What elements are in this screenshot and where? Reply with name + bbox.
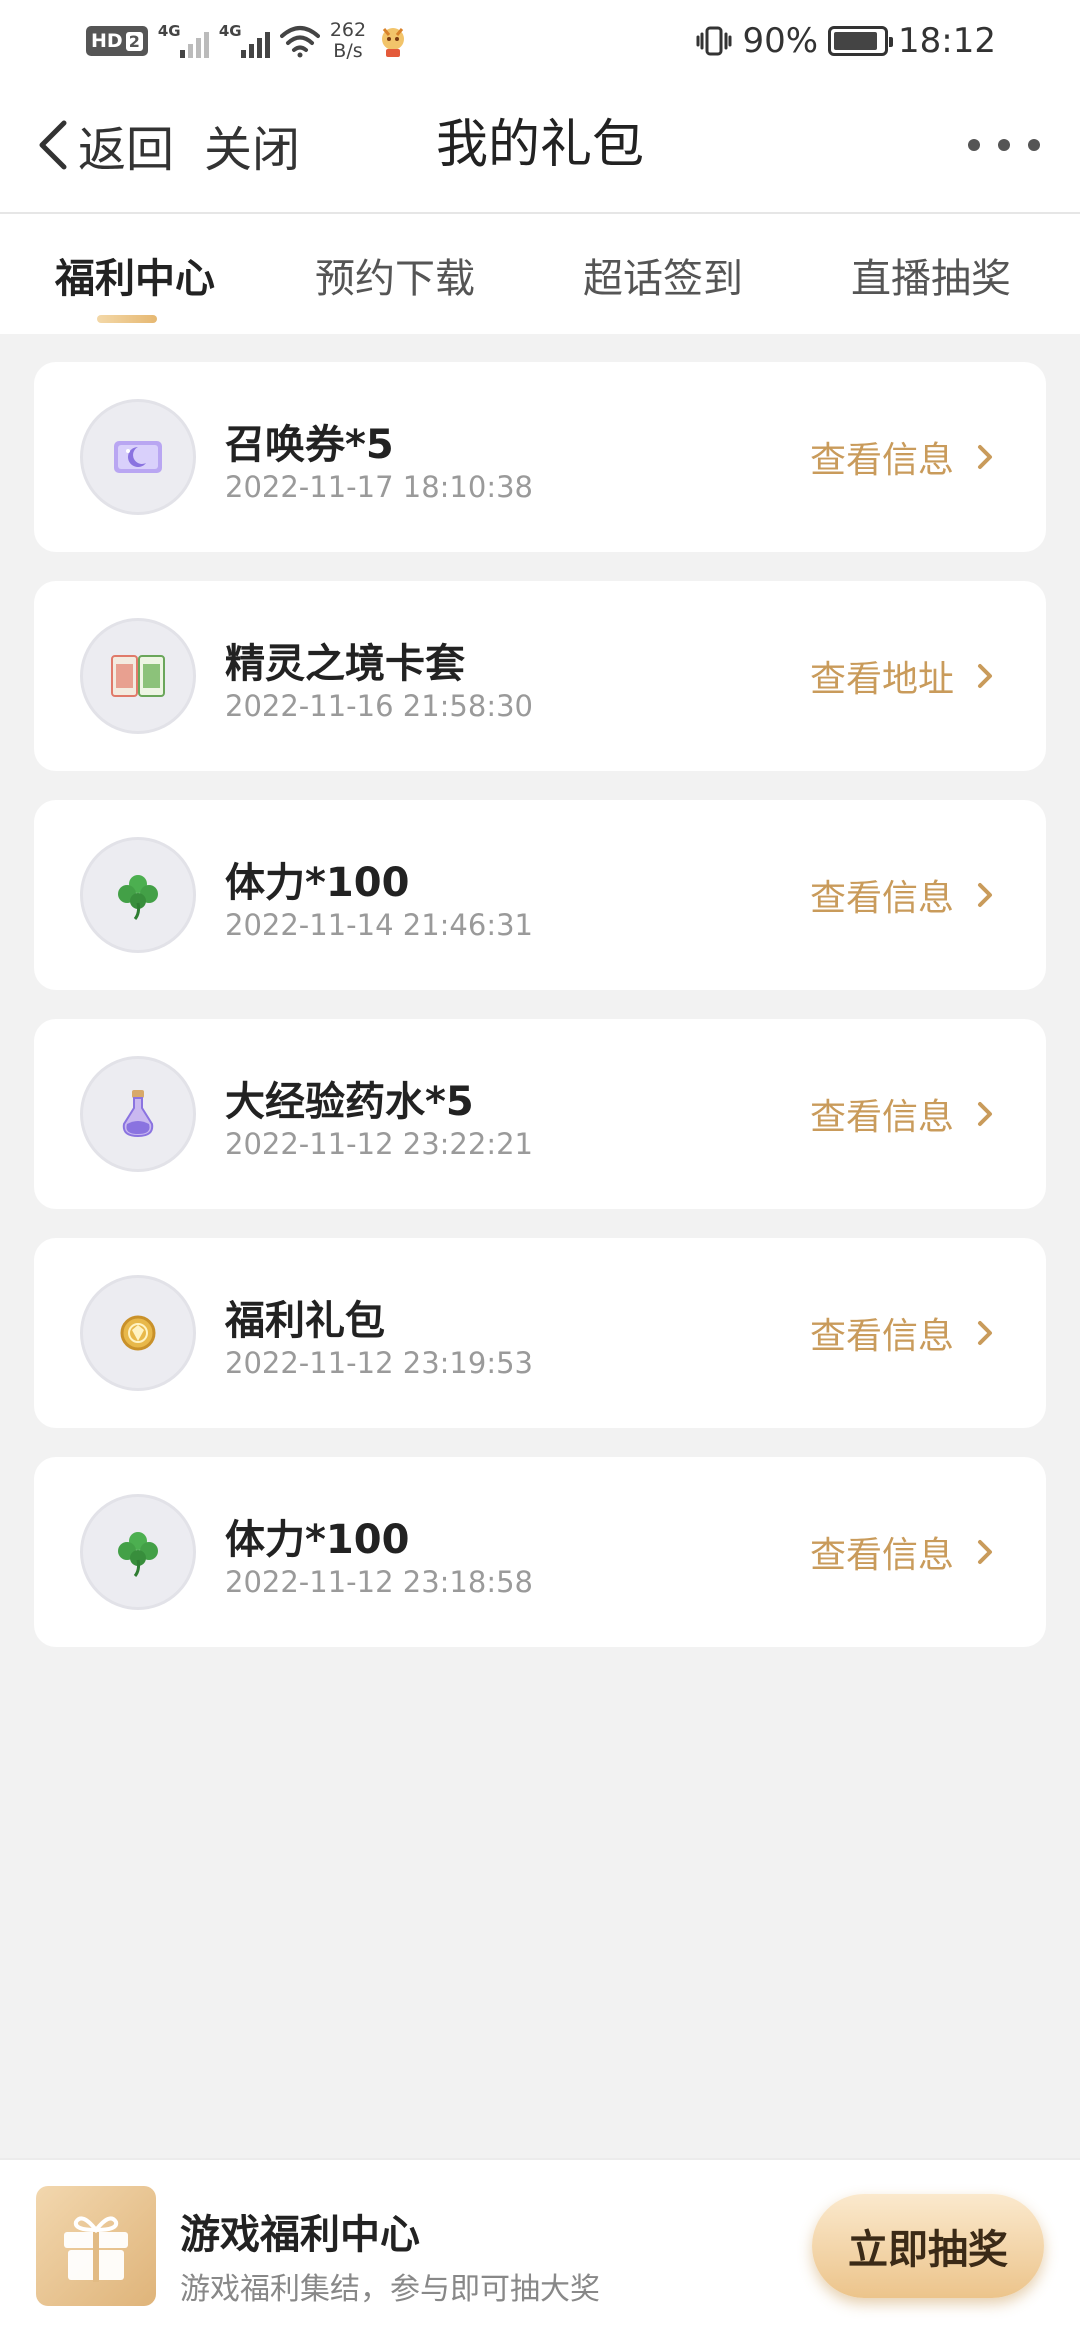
nav-bar: 返回 关闭 我的礼包 bbox=[0, 82, 1080, 214]
gift-date: 2022-11-17 18:10:38 bbox=[225, 470, 533, 504]
chevron-right-icon bbox=[978, 1102, 992, 1126]
clover-icon bbox=[80, 1494, 196, 1610]
gift-date: 2022-11-14 21:46:31 bbox=[225, 908, 533, 942]
action-label: 查看信息 bbox=[809, 1535, 954, 1576]
gift-card: 福利礼包 2022-11-12 23:19:53 查看信息 bbox=[34, 1238, 1046, 1428]
close-button[interactable]: 关闭 bbox=[204, 112, 300, 178]
chevron-left-icon bbox=[39, 120, 67, 170]
action-label: 查看地址 bbox=[809, 659, 954, 700]
view-address-button[interactable]: 查看地址 bbox=[810, 651, 994, 701]
more-dots-icon[interactable] bbox=[968, 122, 1040, 168]
gift-title: 大经验药水*5 bbox=[225, 1079, 474, 1125]
gift-title: 体力*100 bbox=[225, 1517, 410, 1563]
welfare-center-banner[interactable]: 游戏福利中心 游戏福利集结，参与即可抽大奖 立即抽奖 bbox=[0, 2158, 1080, 2340]
chevron-right-icon bbox=[978, 445, 992, 469]
view-info-button[interactable]: 查看信息 bbox=[810, 870, 994, 920]
gift-icon bbox=[36, 2186, 156, 2306]
action-label: 查看信息 bbox=[809, 1097, 954, 1138]
view-info-button[interactable]: 查看信息 bbox=[810, 1308, 994, 1358]
gift-card: 召唤券*5 2022-11-17 18:10:38 查看信息 bbox=[34, 362, 1046, 552]
network-type-1: 4G bbox=[157, 22, 181, 40]
back-label: 返回 bbox=[78, 122, 175, 178]
speed-unit: B/s bbox=[333, 40, 363, 62]
chevron-right-icon bbox=[978, 1540, 992, 1564]
gift-title: 体力*100 bbox=[225, 860, 410, 906]
signal-2-icon: 4G bbox=[218, 22, 270, 58]
draw-now-button[interactable]: 立即抽奖 bbox=[812, 2194, 1044, 2298]
gift-card: 体力*100 2022-11-14 21:46:31 查看信息 bbox=[34, 800, 1046, 990]
card-sleeve-icon bbox=[80, 618, 196, 734]
action-label: 查看信息 bbox=[809, 1316, 954, 1357]
hd-badge: HD 2 bbox=[86, 26, 148, 56]
tab-live-lottery[interactable]: 直播抽奖 bbox=[796, 214, 1066, 334]
back-button[interactable]: 返回 bbox=[34, 112, 174, 178]
ticket-icon bbox=[80, 399, 196, 515]
tab-bar: 福利中心 预约下载 超话签到 直播抽奖 bbox=[0, 214, 1080, 334]
chevron-right-icon bbox=[978, 664, 992, 688]
chevron-right-icon bbox=[978, 1321, 992, 1345]
app-notification-icon bbox=[382, 28, 405, 57]
close-label: 关闭 bbox=[204, 122, 301, 178]
chevron-right-icon bbox=[978, 883, 992, 907]
gift-card: 精灵之境卡套 2022-11-16 21:58:30 查看地址 bbox=[34, 581, 1046, 771]
action-label: 查看信息 bbox=[809, 440, 954, 481]
action-label: 查看信息 bbox=[809, 878, 954, 919]
battery-icon bbox=[828, 26, 894, 56]
gift-date: 2022-11-12 23:22:21 bbox=[225, 1127, 533, 1161]
coin-icon bbox=[80, 1275, 196, 1391]
gift-date: 2022-11-12 23:19:53 bbox=[225, 1346, 533, 1380]
tab-supertopic-checkin[interactable]: 超话签到 bbox=[528, 214, 798, 334]
wifi-icon bbox=[279, 26, 320, 58]
network-type-2: 4G bbox=[218, 22, 242, 40]
status-right: 90% 18:12 bbox=[696, 18, 996, 64]
view-info-button[interactable]: 查看信息 bbox=[810, 432, 994, 482]
tab-preorder-download[interactable]: 预约下载 bbox=[260, 214, 530, 334]
battery-percent: 90% bbox=[742, 21, 819, 61]
gift-title: 福利礼包 bbox=[225, 1298, 385, 1344]
gift-card: 大经验药水*5 2022-11-12 23:22:21 查看信息 bbox=[34, 1019, 1046, 1209]
gift-card: 体力*100 2022-11-12 23:18:58 查看信息 bbox=[34, 1457, 1046, 1647]
gift-date: 2022-11-16 21:58:30 bbox=[225, 689, 533, 723]
banner-title: 游戏福利中心 bbox=[180, 2212, 420, 2258]
active-tab-indicator bbox=[97, 315, 157, 323]
view-info-button[interactable]: 查看信息 bbox=[810, 1527, 994, 1577]
gift-title: 召唤券*5 bbox=[225, 422, 394, 468]
signal-1-icon: 4G bbox=[157, 22, 209, 58]
potion-icon bbox=[80, 1056, 196, 1172]
hd-label: HD bbox=[91, 30, 123, 52]
gift-list: 召唤券*5 2022-11-17 18:10:38 查看信息 精灵之境卡套 20… bbox=[34, 362, 1046, 1676]
network-speed: 262 B/s bbox=[330, 20, 366, 62]
gift-date: 2022-11-12 23:18:58 bbox=[225, 1565, 533, 1599]
sim-number: 2 bbox=[125, 31, 143, 51]
clover-icon bbox=[80, 837, 196, 953]
gift-title: 精灵之境卡套 bbox=[225, 641, 465, 687]
view-info-button[interactable]: 查看信息 bbox=[810, 1089, 994, 1139]
speed-value: 262 bbox=[329, 19, 367, 41]
status-left: HD 2 4G 4G 262 B/s bbox=[86, 18, 410, 64]
clock: 18:12 bbox=[898, 21, 996, 61]
banner-subtitle: 游戏福利集结，参与即可抽大奖 bbox=[180, 2272, 600, 2307]
status-bar: HD 2 4G 4G 262 B/s 90% 18:12 bbox=[0, 0, 1080, 82]
vibrate-icon bbox=[696, 26, 732, 56]
battery-level-fill bbox=[834, 32, 878, 50]
